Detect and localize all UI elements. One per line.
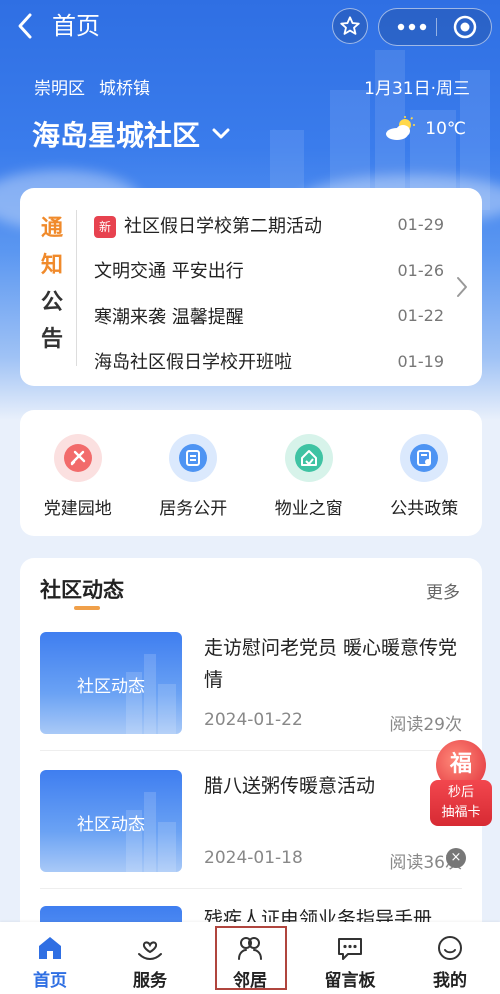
lucky-card-close-button[interactable]: × bbox=[446, 848, 466, 868]
tab-highlight-box bbox=[215, 926, 287, 990]
lucky-card-line2: 抽福卡 bbox=[441, 805, 481, 820]
top-navigation-bar: 首页 bbox=[0, 0, 500, 56]
close-miniprogram-button[interactable] bbox=[443, 12, 487, 42]
notice-label-char: 公 bbox=[40, 290, 63, 315]
article-read-count: 阅读29次 bbox=[389, 715, 462, 735]
town-label: 城桥镇 bbox=[99, 79, 150, 99]
target-circle-icon bbox=[453, 15, 477, 39]
thumbnail-label: 社区动态 bbox=[77, 677, 145, 697]
heart-hand-icon bbox=[138, 941, 162, 961]
policy-file-icon bbox=[400, 434, 449, 482]
tab-label: 首页 bbox=[33, 971, 67, 991]
news-article[interactable]: 社区动态 走访慰问老党员 暖心暖意传党情 2024-01-22 阅读29次 bbox=[40, 632, 462, 762]
star-icon bbox=[340, 16, 360, 35]
section-title-underline bbox=[74, 606, 100, 610]
notice-card[interactable]: 通 知 公 告 新社区假日学校第二期活动 01-29 文明交通 平安出行 01-… bbox=[20, 188, 482, 386]
quick-entry-grid: 党建园地 居务公开 物业之窗 公共政策 bbox=[20, 410, 482, 536]
location-breadcrumb: 崇明区 城桥镇 bbox=[34, 74, 150, 99]
home-icon bbox=[39, 937, 61, 959]
partly-sunny-icon bbox=[386, 116, 416, 140]
new-badge: 新 bbox=[94, 215, 116, 238]
miniprogram-capsule bbox=[378, 8, 492, 46]
notice-item[interactable]: 文明交通 平安出行 01-26 bbox=[94, 248, 444, 294]
date-label: 1月31日·周三 bbox=[364, 79, 470, 99]
notice-item-title: 海岛社区假日学校开班啦 bbox=[94, 352, 292, 374]
article-date: 2024-01-18 bbox=[204, 848, 303, 868]
notice-item-date: 01-22 bbox=[397, 306, 445, 326]
article-thumbnail: 社区动态 bbox=[40, 770, 182, 872]
article-divider bbox=[40, 750, 462, 751]
tab-label: 留言板 bbox=[324, 971, 376, 991]
page-title: 首页 bbox=[52, 12, 100, 40]
more-dots-icon bbox=[397, 23, 427, 31]
notice-item-date: 01-26 bbox=[397, 260, 445, 280]
chevron-left-icon bbox=[18, 13, 32, 39]
chevron-right-icon[interactable] bbox=[454, 274, 470, 300]
community-selector[interactable]: 海岛星城社区 bbox=[32, 114, 232, 154]
notice-list: 新社区假日学校第二期活动 01-29 文明交通 平安出行 01-26 寒潮来袭 … bbox=[94, 202, 444, 384]
district-label: 崇明区 bbox=[34, 79, 85, 99]
back-button[interactable] bbox=[12, 10, 40, 42]
notice-label-char: 告 bbox=[40, 327, 63, 352]
quick-entry-label: 居务公开 bbox=[159, 499, 228, 519]
lucky-card-float[interactable]: 福 秒后 抽福卡 bbox=[430, 740, 496, 838]
quick-entry-affairs[interactable]: 居务公开 bbox=[138, 434, 248, 536]
article-thumbnail: 社区动态 bbox=[40, 632, 182, 734]
quick-entry-policy[interactable]: 公共政策 bbox=[369, 434, 479, 536]
thumbnail-label: 社区动态 bbox=[77, 815, 145, 835]
notice-label-char: 知 bbox=[40, 253, 63, 278]
lucky-card-line1: 秒后 bbox=[447, 785, 474, 800]
notice-item[interactable]: 海岛社区假日学校开班啦 01-19 bbox=[94, 339, 444, 385]
weather-widget: 10℃ bbox=[383, 116, 466, 142]
community-name: 海岛星城社区 bbox=[32, 119, 201, 152]
notice-item[interactable]: 新社区假日学校第二期活动 01-29 bbox=[94, 202, 444, 248]
favorite-button[interactable] bbox=[332, 8, 368, 44]
document-icon bbox=[169, 434, 218, 482]
house-icon bbox=[284, 434, 333, 482]
news-article[interactable]: 社区动态 腊八送粥传暖意活动 2024-01-18 阅读36次 bbox=[40, 770, 462, 900]
quick-entry-party-building[interactable]: 党建园地 bbox=[23, 434, 133, 536]
notice-item-title: 社区假日学校第二期活动 bbox=[124, 215, 322, 237]
more-button[interactable] bbox=[389, 12, 435, 42]
temperature-label: 10℃ bbox=[425, 119, 466, 139]
notice-item-date: 01-19 bbox=[397, 351, 445, 371]
tab-home[interactable]: 首页 bbox=[10, 932, 90, 991]
quick-entry-label: 物业之窗 bbox=[274, 499, 343, 519]
notice-label-char: 通 bbox=[40, 216, 63, 241]
tab-profile[interactable]: 我的 bbox=[410, 932, 490, 991]
chevron-down-icon bbox=[212, 128, 230, 139]
notice-item-title: 文明交通 平安出行 bbox=[94, 261, 244, 283]
article-title: 走访慰问老党员 暖心暖意传党情 bbox=[204, 637, 458, 691]
quick-entry-label: 党建园地 bbox=[43, 499, 112, 519]
party-emblem-icon bbox=[53, 434, 102, 482]
section-title: 社区动态 bbox=[40, 578, 124, 602]
notice-vertical-label: 通 知 公 告 bbox=[40, 210, 64, 358]
tab-label: 我的 bbox=[433, 971, 467, 991]
tab-service[interactable]: 服务 bbox=[110, 932, 190, 991]
notice-divider bbox=[76, 210, 77, 366]
article-divider bbox=[40, 888, 462, 889]
message-board-icon bbox=[338, 938, 362, 960]
lucky-card-ribbon: 秒后 抽福卡 bbox=[430, 780, 492, 826]
quick-entry-property[interactable]: 物业之窗 bbox=[254, 434, 364, 536]
notice-item[interactable]: 寒潮来袭 温馨提醒 01-22 bbox=[94, 293, 444, 339]
profile-smile-icon bbox=[438, 936, 462, 960]
article-title: 腊八送粥传暖意活动 bbox=[204, 775, 376, 797]
notice-item-title: 寒潮来袭 温馨提醒 bbox=[94, 306, 244, 328]
notice-item-date: 01-29 bbox=[397, 215, 445, 235]
tab-message-board[interactable]: 留言板 bbox=[310, 932, 390, 991]
tab-label: 服务 bbox=[133, 971, 167, 991]
capsule-divider bbox=[436, 18, 437, 36]
quick-entry-label: 公共政策 bbox=[390, 499, 459, 519]
more-link[interactable]: 更多 bbox=[426, 578, 460, 603]
article-date: 2024-01-22 bbox=[204, 710, 303, 730]
